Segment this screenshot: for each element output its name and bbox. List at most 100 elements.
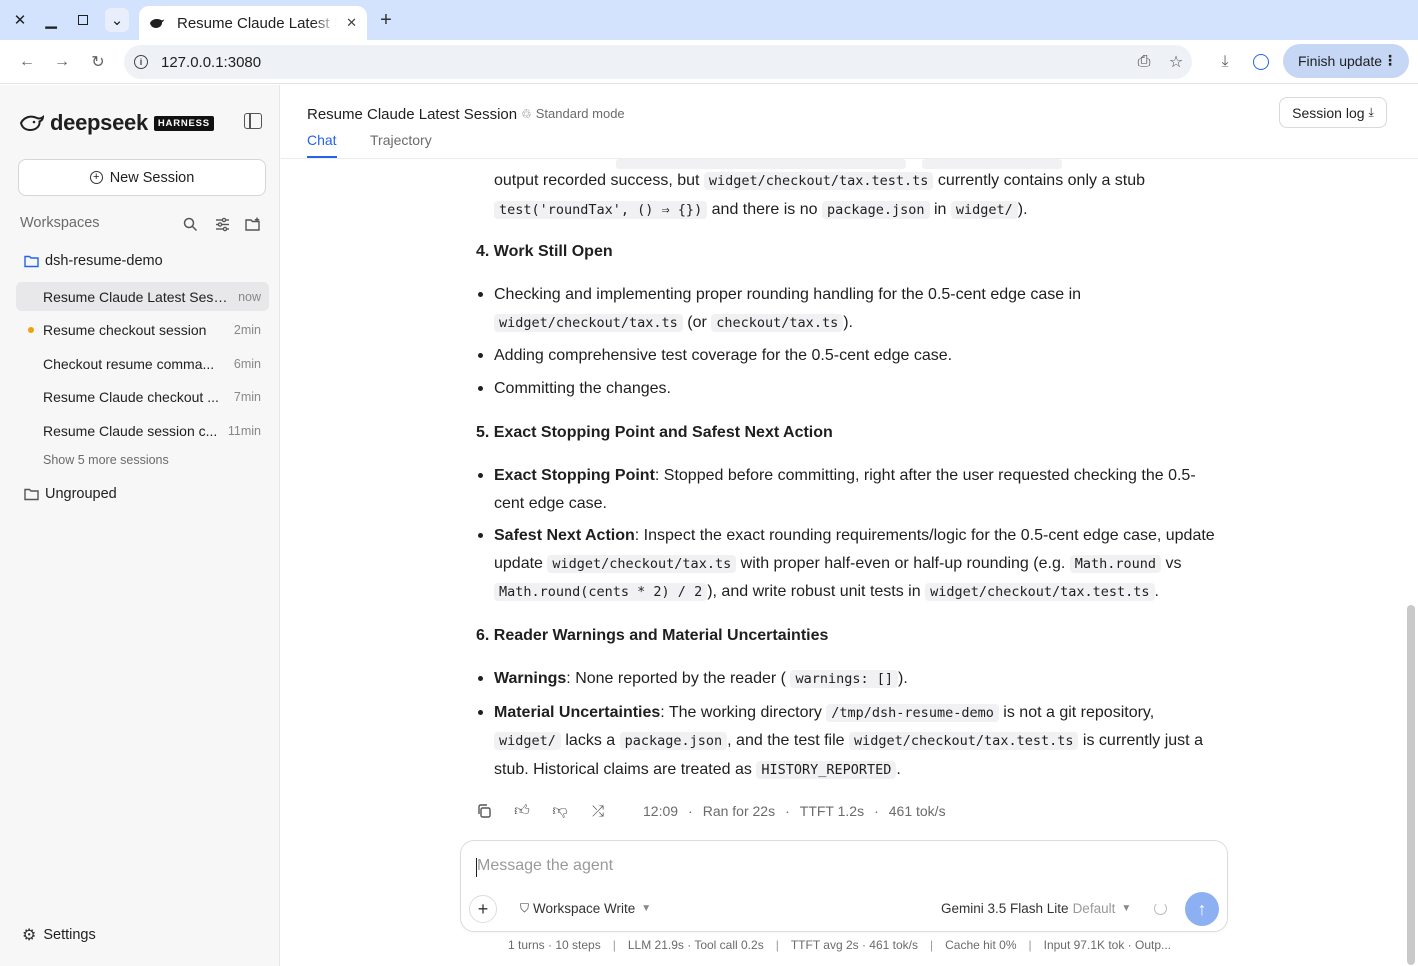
more-vert-icon: ⋮ <box>1383 52 1397 68</box>
workspace-folder[interactable]: dsh-resume-demo <box>24 253 163 269</box>
session-time: 11min <box>227 423 261 438</box>
filter-sliders-icon[interactable] <box>213 215 231 233</box>
branch-icon[interactable]: ⤮ <box>589 802 607 820</box>
close-window-icon[interactable]: ✕ <box>8 8 32 32</box>
search-icon[interactable] <box>181 215 199 233</box>
install-app-icon[interactable]: ⎙ <box>1135 53 1153 71</box>
minimize-icon[interactable]: ▁ <box>39 8 63 32</box>
inline-code: Math.round(cents * 2) / 2 <box>494 583 708 601</box>
model-default-tag: Default <box>1072 901 1116 916</box>
brand-logo[interactable]: deepseek HARNESS <box>20 110 214 136</box>
bullet-list: Checking and implementing proper roundin… <box>476 281 1216 407</box>
chat-message: output recorded success, but widget/chec… <box>281 159 1403 839</box>
list-item: Adding comprehensive test coverage for t… <box>476 342 1216 370</box>
session-time: now <box>238 289 261 304</box>
tab-trajectory[interactable]: Trajectory <box>370 132 432 148</box>
inline-code: widget/ <box>950 200 1018 219</box>
workspaces-heading: Workspaces <box>20 215 100 231</box>
browser-tab[interactable]: Resume Claude Latest Session ✕ <box>139 6 367 40</box>
turns-stat: 1 turns · 10 steps <box>508 938 601 952</box>
mode-icon: ♲ <box>521 106 532 121</box>
session-label: Checkout resume comma... <box>43 355 215 372</box>
scrollbar-thumb[interactable] <box>1407 605 1415 965</box>
session-item[interactable]: Resume Claude checkout ... 7min <box>16 382 269 411</box>
model-select[interactable]: Gemini 3.5 Flash Lite Default ▼ <box>941 901 1131 916</box>
clipped-line <box>494 159 1194 169</box>
new-session-button[interactable]: + New Session <box>18 159 266 196</box>
list-item: Safest Next Action: Inspect the exact ro… <box>476 522 1216 607</box>
reload-icon[interactable]: ↻ <box>86 50 110 74</box>
deepseek-favicon-icon <box>150 19 164 28</box>
toggle-sidebar-icon[interactable] <box>244 113 262 129</box>
inline-code: test('roundTax', () ⇒ {}) <box>494 200 708 219</box>
copy-icon[interactable] <box>475 802 493 820</box>
session-time: 2min <box>233 322 261 337</box>
download-icon: ⤓ <box>1368 105 1374 119</box>
message-composer: Message the agent + ⛉ Workspace Write ▼ … <box>460 840 1228 932</box>
downloads-icon[interactable]: ⤓ <box>1213 50 1237 74</box>
ungrouped-folder[interactable]: Ungrouped <box>24 486 117 502</box>
browser-toolbar: ← → ↻ i 127.0.0.1:3080 ⎙ ☆ ⤓ Finish upda… <box>0 40 1418 84</box>
finish-update-label: Finish update <box>1298 53 1383 69</box>
list-item: Material Uncertainties: The working dire… <box>476 699 1216 785</box>
message-input[interactable]: Message the agent <box>477 857 613 875</box>
speed-value: 461 tok/s <box>888 803 946 819</box>
page-title: Resume Claude Latest Session <box>307 106 518 123</box>
bullet-list: Warnings: None reported by the reader ( … <box>476 665 1216 789</box>
message-actions: 👍︎ 👎︎ ⤮ 12:09 · Ran for 22s · TTFT 1.2s … <box>475 799 946 823</box>
finish-update-button[interactable]: Finish update ⋮ <box>1283 44 1409 78</box>
harness-badge: HARNESS <box>153 115 214 131</box>
session-time: 6min <box>233 356 261 371</box>
sidebar: deepseek HARNESS + New Session Workspace… <box>0 85 280 966</box>
section-heading: 6. Reader Warnings and Material Uncertai… <box>476 627 829 644</box>
token-stat: Input 97.1K tok · Outp... <box>1043 938 1172 952</box>
forward-icon[interactable]: → <box>50 50 74 74</box>
session-label: Resume Claude Latest Sess... <box>43 288 229 305</box>
list-item: Warnings: None reported by the reader ( … <box>476 665 1216 694</box>
ttft-value: TTFT 1.2s <box>799 803 865 819</box>
maximize-icon[interactable] <box>71 8 95 32</box>
session-item[interactable]: Resume checkout session 2min <box>16 315 269 344</box>
inline-code: warnings: [] <box>790 670 898 688</box>
list-item: Exact Stopping Point: Stopped before com… <box>476 462 1216 517</box>
chevron-down-icon: ▼ <box>641 903 652 914</box>
settings-label: Settings <box>43 927 96 943</box>
status-bar: 1 turns · 10 steps | LLM 21.9s · Tool ca… <box>508 938 1172 952</box>
session-label: Resume Claude session c... <box>43 422 218 439</box>
bookmark-star-icon[interactable]: ☆ <box>1167 53 1185 71</box>
site-info-icon[interactable]: i <box>134 55 148 69</box>
loading-spinner-icon <box>1154 902 1167 915</box>
new-folder-icon[interactable] <box>244 215 262 233</box>
model-label: Gemini 3.5 Flash Lite <box>941 901 1069 916</box>
message-time: 12:09 <box>643 803 679 819</box>
send-button[interactable]: ↑ <box>1185 892 1219 926</box>
inline-code: /tmp/dsh-resume-demo <box>826 703 999 722</box>
settings-button[interactable]: ⚙ Settings <box>22 925 96 945</box>
inline-code: widget/ <box>494 732 561 750</box>
close-tab-icon[interactable]: ✕ <box>346 15 357 31</box>
tab-chat[interactable]: Chat <box>307 132 337 158</box>
run-duration: Ran for 22s <box>702 803 776 819</box>
thumbs-down-icon[interactable]: 👎︎ <box>551 802 569 820</box>
workspace-mode-select[interactable]: ⛉ Workspace Write ▼ <box>520 901 651 916</box>
inline-code: Math.round <box>1069 554 1162 573</box>
add-attachment-button[interactable]: + <box>469 895 497 923</box>
list-item: Committing the changes. <box>476 375 1216 403</box>
new-tab-icon[interactable]: + <box>374 8 398 32</box>
session-label: Resume checkout session <box>43 321 207 338</box>
session-item[interactable]: Resume Claude session c... 11min <box>16 416 269 445</box>
back-icon[interactable]: ← <box>15 50 39 74</box>
session-log-label: Session log <box>1292 104 1365 121</box>
session-log-button[interactable]: Session log ⤓ <box>1279 97 1387 128</box>
profile-icon[interactable] <box>1249 50 1273 74</box>
plus-circle-icon: + <box>89 171 103 184</box>
address-bar[interactable]: i 127.0.0.1:3080 ⎙ ☆ <box>124 45 1192 79</box>
tab-search-chevron-icon[interactable]: ⌄ <box>105 8 129 32</box>
show-more-sessions-link[interactable]: Show 5 more sessions <box>43 453 169 467</box>
thumbs-up-icon[interactable]: 👍︎ <box>513 802 531 820</box>
session-item[interactable]: Checkout resume comma... 6min <box>16 349 269 378</box>
session-item[interactable]: Resume Claude Latest Sess... now <box>16 282 269 311</box>
inline-code: widget/checkout/tax.ts <box>494 313 683 332</box>
cache-stat: Cache hit 0% <box>945 938 1017 952</box>
shield-edit-icon: ⛉ <box>520 901 530 915</box>
